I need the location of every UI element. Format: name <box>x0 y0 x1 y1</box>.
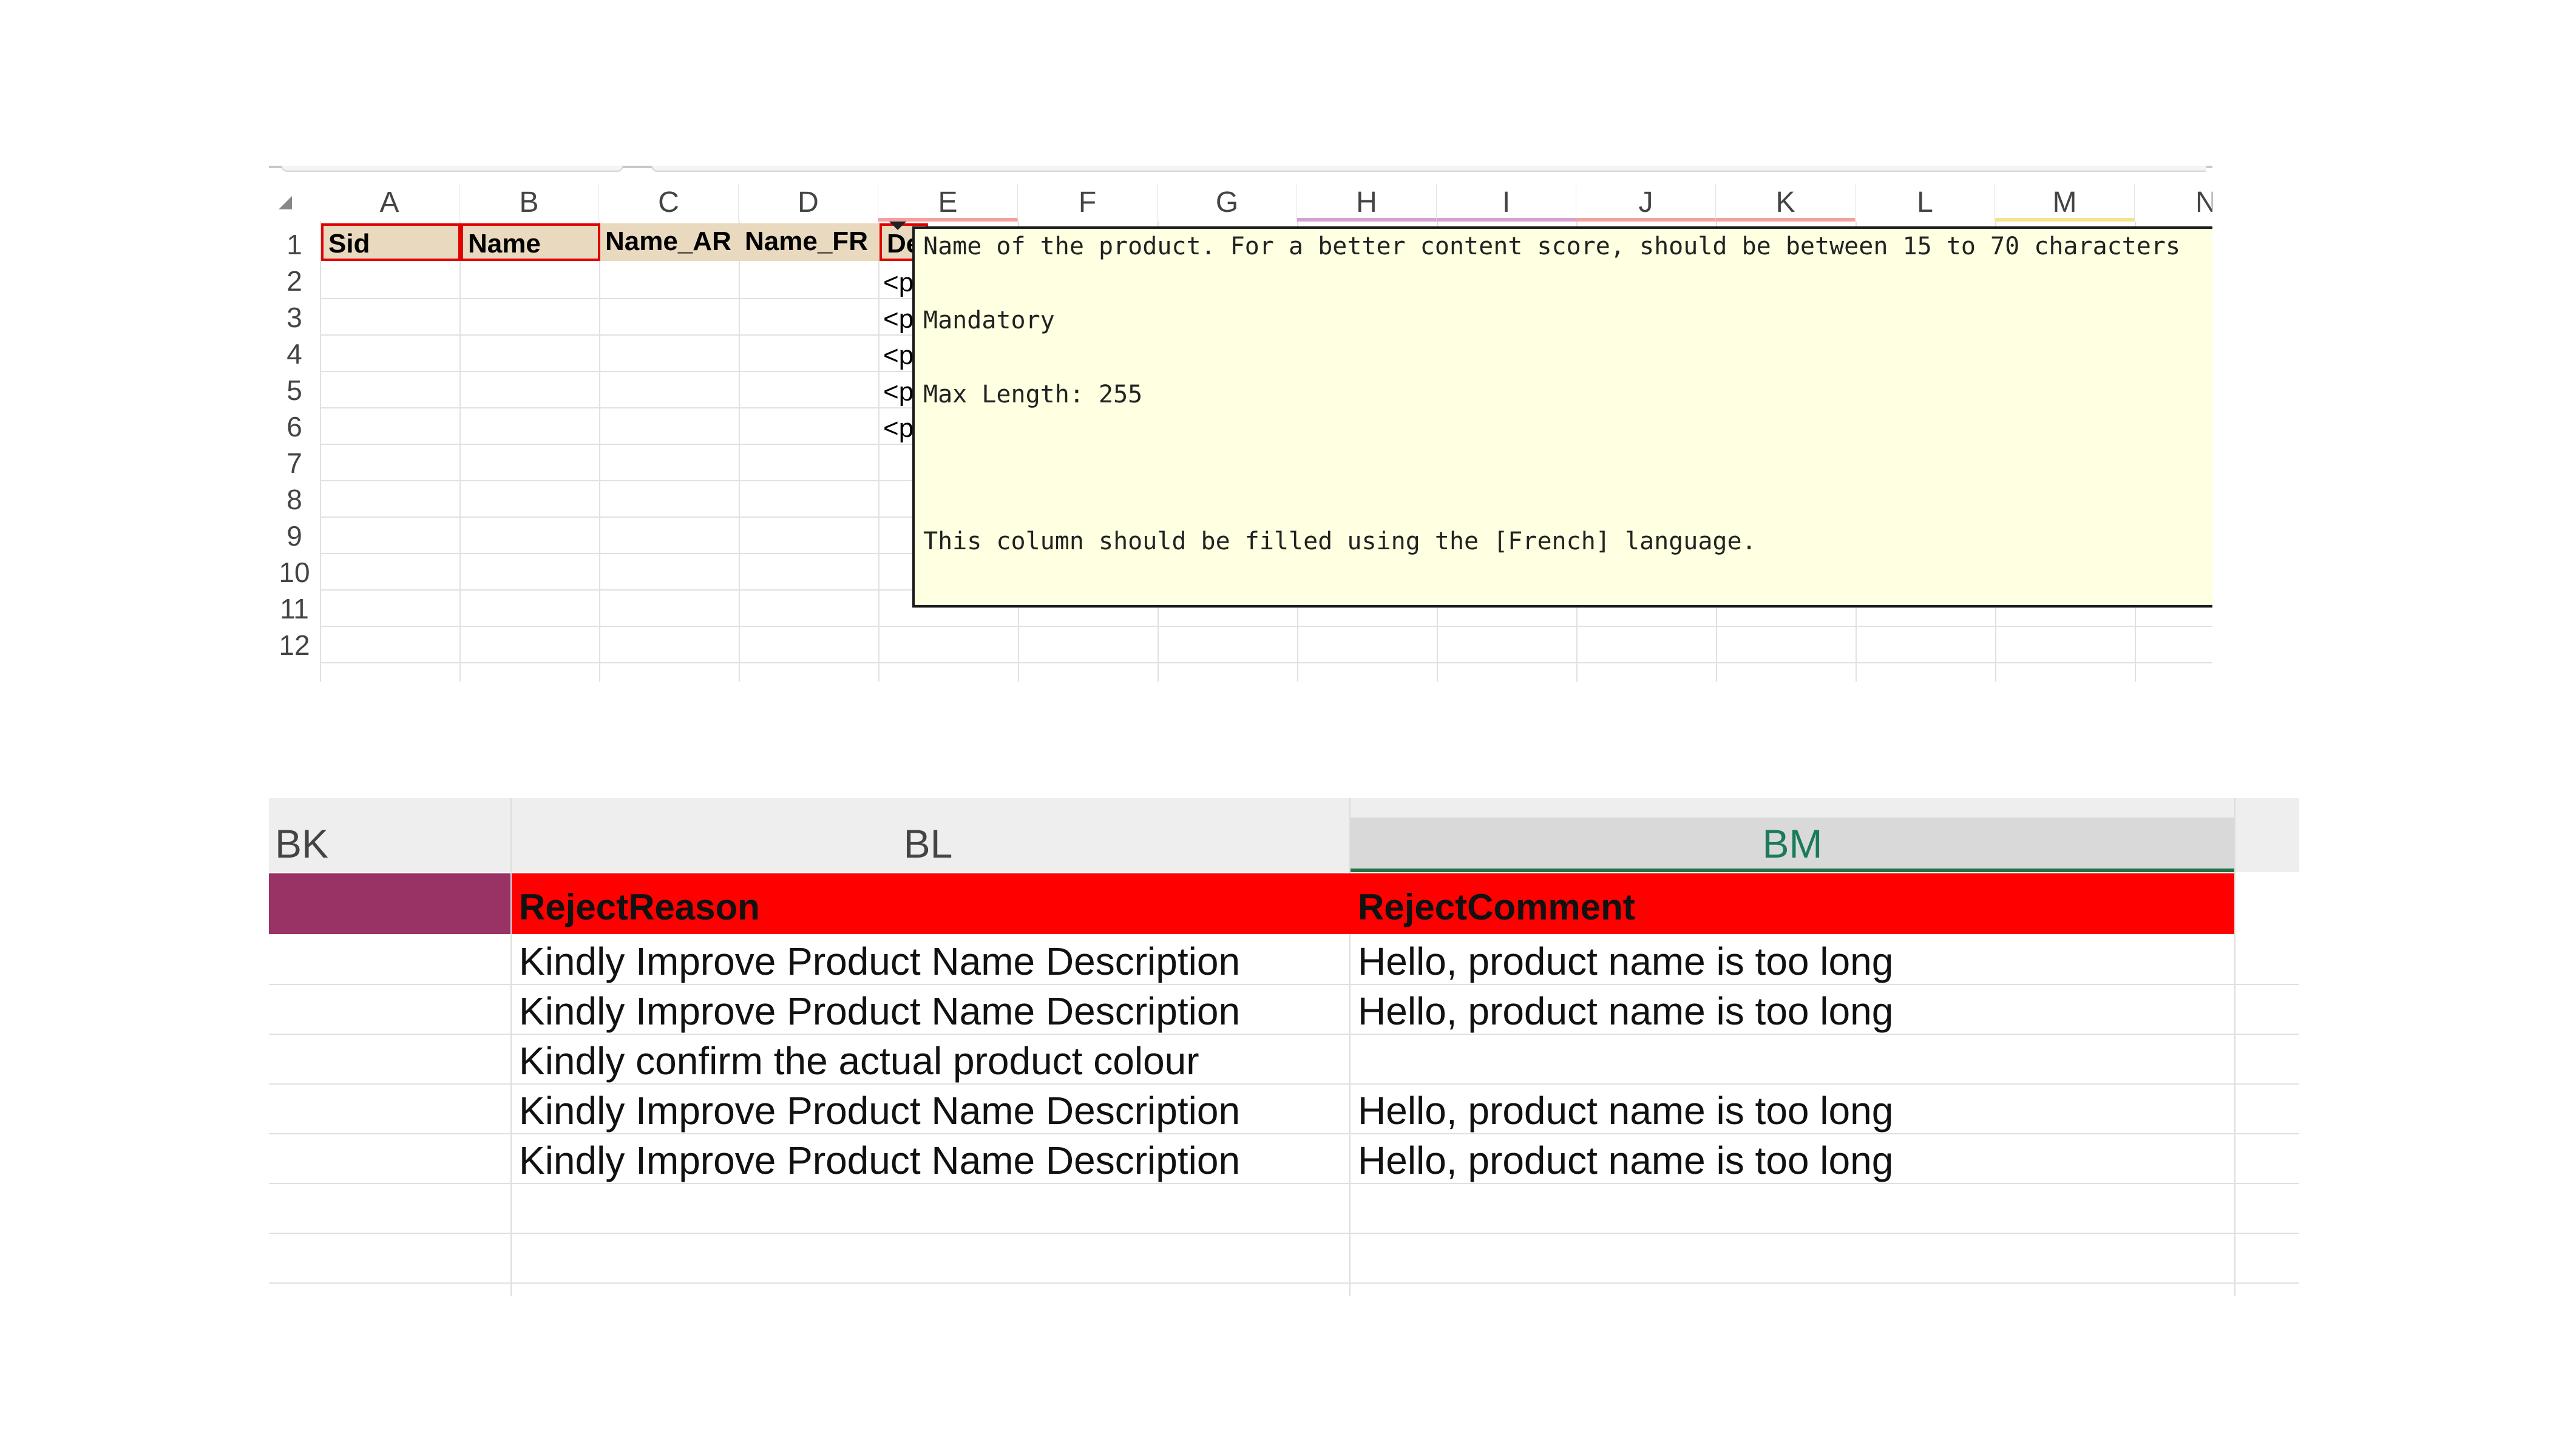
grid-line <box>878 222 880 682</box>
cell-reject-reason[interactable]: Kindly Improve Product Name Description <box>519 934 1240 984</box>
row-header-12[interactable]: 12 <box>269 627 320 663</box>
grid-line <box>2234 798 2235 1296</box>
col-header-bm[interactable]: BM <box>1351 810 2234 872</box>
cell-e4-text[interactable]: <p <box>883 340 913 371</box>
cell-b1-name[interactable]: Name <box>461 223 600 261</box>
cell-reject-reason[interactable]: Kindly confirm the actual product colour <box>519 1034 1199 1083</box>
cell-comment-tooltip: Name of the product. For a better conten… <box>912 226 2212 608</box>
cell-reject-comment[interactable]: Hello, product name is too long <box>1358 984 1893 1034</box>
comment-line-mandatory: Mandatory <box>923 307 1055 334</box>
cell-e5-text[interactable]: <p <box>883 377 913 407</box>
bottom-spreadsheet: BK BL BM RejectReason RejectComment Kind… <box>269 798 2299 1296</box>
col-header-c[interactable]: C <box>599 184 739 222</box>
col-header-e[interactable]: E <box>878 184 1018 222</box>
grid-line <box>510 798 512 1296</box>
grid-line <box>269 1282 2299 1284</box>
cell-e2-text[interactable]: <p <box>883 268 913 298</box>
col-header-k[interactable]: K <box>1716 184 1856 222</box>
row-header-5[interactable]: 5 <box>269 372 320 408</box>
cell-reject-reason[interactable]: Kindly Improve Product Name Description <box>519 1083 1240 1133</box>
grid-line <box>269 1233 2299 1234</box>
cell-c1-name-ar[interactable]: Name_AR <box>600 223 740 261</box>
grid-line <box>739 222 740 682</box>
comment-line-description: Name of the product. For a better conten… <box>923 232 2181 260</box>
col-header-m[interactable]: M <box>1995 184 2135 222</box>
grid-line <box>320 626 2212 627</box>
cell-d1-name-fr[interactable]: Name_FR <box>740 223 880 261</box>
row-header-6[interactable]: 6 <box>269 408 320 445</box>
col-header-l[interactable]: L <box>1856 184 1995 222</box>
col-header-f[interactable]: F <box>1018 184 1158 222</box>
col-header-b[interactable]: B <box>459 184 599 222</box>
cell-reject-comment[interactable]: Hello, product name is too long <box>1358 1133 1893 1183</box>
comment-line-max-length: Max Length: 255 <box>923 381 1143 408</box>
grid-line <box>459 222 461 682</box>
formula-bar-edge-right <box>651 166 2206 172</box>
top-spreadsheet: A B C D E F G H I J K L M N 1 2 3 4 5 6 … <box>269 166 2212 682</box>
col-header-a[interactable]: A <box>320 184 459 222</box>
col-header-g[interactable]: G <box>1158 184 1297 222</box>
row-header-4[interactable]: 4 <box>269 336 320 372</box>
row-header-8[interactable]: 8 <box>269 481 320 518</box>
comment-line-language: This column should be filled using the [… <box>923 527 1757 555</box>
row-header-3[interactable]: 3 <box>269 299 320 336</box>
select-all-corner[interactable] <box>279 196 292 209</box>
row-header-2[interactable]: 2 <box>269 263 320 299</box>
col-header-bl[interactable]: BL <box>512 810 1344 872</box>
row-header-11[interactable]: 11 <box>269 591 320 627</box>
col-header-i[interactable]: I <box>1437 184 1576 222</box>
grid-line <box>1349 798 1351 1296</box>
row-header-10[interactable]: 10 <box>269 554 320 591</box>
grid-line <box>269 1183 2299 1184</box>
grid-line <box>320 662 2212 663</box>
cell-reject-comment[interactable]: Hello, product name is too long <box>1358 1083 1893 1133</box>
cell-e3-text[interactable]: <p <box>883 304 913 334</box>
cell-reject-comment[interactable]: Hello, product name is too long <box>1358 934 1893 984</box>
formula-bar-edge <box>281 166 623 172</box>
comment-indicator-icon <box>889 222 906 230</box>
col-header-j[interactable]: J <box>1576 184 1716 222</box>
col-header-h[interactable]: H <box>1297 184 1437 222</box>
cell-reject-comment-header[interactable]: RejectComment <box>1358 873 1635 934</box>
cell-reject-reason-header[interactable]: RejectReason <box>519 873 760 934</box>
col-header-bk[interactable]: BK <box>275 810 506 872</box>
grid-line <box>320 222 321 682</box>
row-header-1[interactable]: 1 <box>269 226 320 263</box>
cell-bk-header-fill[interactable] <box>269 873 510 934</box>
row-header-7[interactable]: 7 <box>269 445 320 481</box>
cell-reject-reason[interactable]: Kindly Improve Product Name Description <box>519 984 1240 1034</box>
cell-a1-sid[interactable]: Sid <box>321 223 461 261</box>
row-header-9[interactable]: 9 <box>269 518 320 554</box>
cell-reject-reason[interactable]: Kindly Improve Product Name Description <box>519 1133 1240 1183</box>
grid-line <box>599 222 600 682</box>
col-header-n[interactable]: N <box>2135 184 2212 222</box>
cell-e6-text[interactable]: <p <box>883 413 913 444</box>
col-header-d[interactable]: D <box>739 184 878 222</box>
